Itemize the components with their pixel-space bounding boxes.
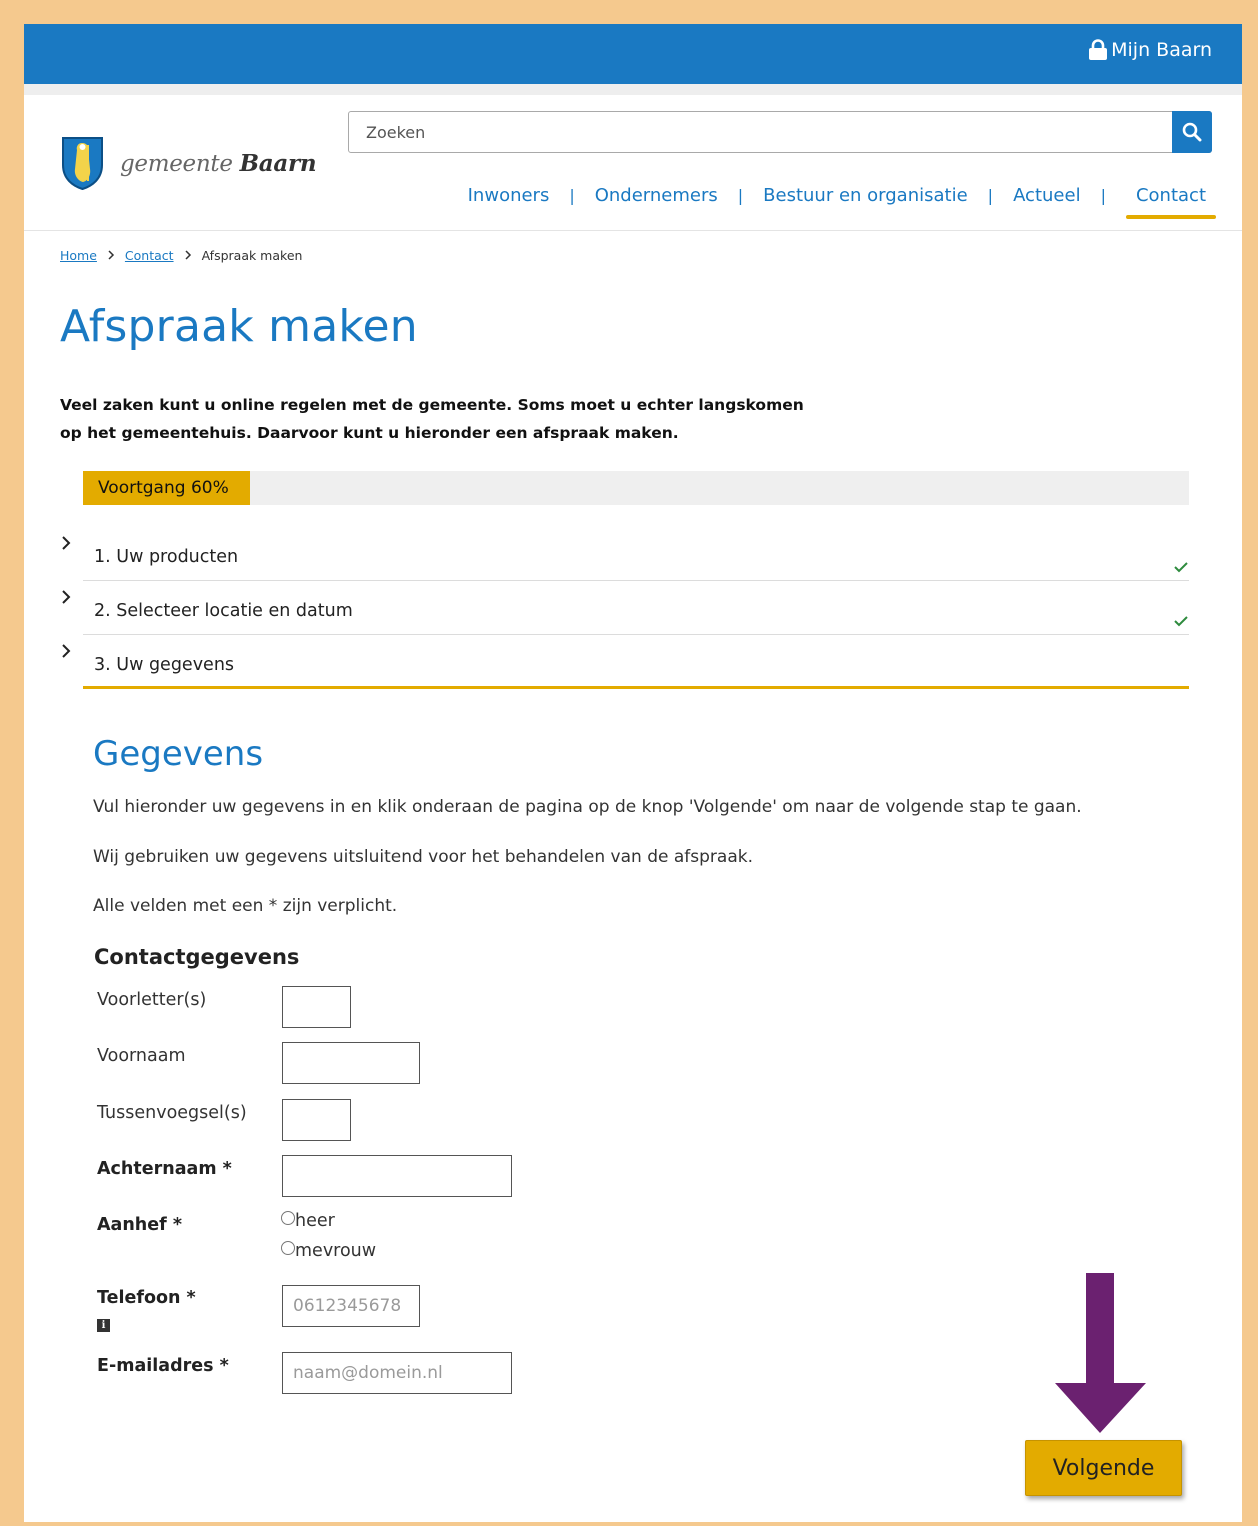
radio-circle[interactable]: [281, 1241, 295, 1255]
step-uw-producten[interactable]: 1. Uw producten: [60, 527, 1189, 581]
progress-bar: Voortgang 60%: [83, 471, 1189, 505]
header: gemeente Baarn Inwoners | Ondernemers | …: [24, 95, 1242, 231]
progress-label: Voortgang 60%: [98, 478, 229, 498]
breadcrumb-contact[interactable]: Contact: [125, 248, 174, 263]
nav-actueel[interactable]: Actueel: [1013, 185, 1081, 206]
tussenvoegsel-label: Tussenvoegsel(s): [97, 1103, 247, 1123]
telefoon-input[interactable]: [282, 1285, 420, 1327]
radio-label: mevrouw: [295, 1241, 377, 1261]
step-uw-gegevens[interactable]: 3. Uw gegevens: [60, 635, 1189, 689]
required-note: Alle velden met een * zijn verplicht.: [93, 896, 398, 916]
nav-separator: |: [569, 186, 575, 205]
privacy-note: Wij gebruiken uw gegevens uitsluitend vo…: [93, 847, 753, 867]
chevron-right-icon: [60, 535, 72, 555]
check-icon: [1173, 613, 1189, 632]
email-input[interactable]: [282, 1352, 512, 1394]
radio-label: heer: [295, 1211, 335, 1231]
chevron-right-icon: [60, 643, 72, 663]
email-label: E-mailadres *: [97, 1356, 229, 1376]
breadcrumb-home[interactable]: Home: [60, 248, 97, 263]
nav-separator: |: [987, 186, 994, 205]
mijn-baarn-label: Mijn Baarn: [1111, 39, 1212, 61]
step-label: 1. Uw producten: [94, 547, 239, 567]
search-button[interactable]: [1172, 111, 1212, 153]
breadcrumb-current: Afspraak maken: [201, 248, 303, 263]
aanhef-radio-mevrouw[interactable]: mevrouw: [281, 1241, 376, 1261]
step-selecteer-locatie-en-datum[interactable]: 2. Selecteer locatie en datum: [60, 581, 1189, 635]
search-icon: [1182, 122, 1202, 142]
page-frame: Mijn Baarn gemeente Baarn Inwoners: [24, 24, 1242, 1522]
achternaam-input[interactable]: [282, 1155, 512, 1197]
breadcrumb: Home Contact Afspraak maken: [60, 248, 302, 263]
contact-heading: Contactgegevens: [94, 945, 300, 969]
chevron-right-icon: [60, 589, 72, 609]
step-label: 3. Uw gegevens: [94, 655, 235, 675]
top-bar: Mijn Baarn: [24, 24, 1242, 84]
aanhef-radio-heer[interactable]: heer: [281, 1211, 335, 1231]
main-nav: Inwoners | Ondernemers | Bestuur en orga…: [468, 185, 1217, 219]
progress-fill: Voortgang 60%: [83, 471, 250, 505]
logo-name: Baarn: [239, 149, 317, 177]
nav-contact[interactable]: Contact: [1125, 185, 1217, 219]
tussenvoegsel-input[interactable]: [282, 1099, 351, 1141]
chevron-right-icon: [107, 248, 115, 263]
achternaam-label: Achternaam *: [97, 1159, 232, 1179]
section-instructions: Vul hieronder uw gegevens in en klik ond…: [93, 797, 1082, 817]
search-input[interactable]: [349, 112, 1173, 152]
search-box: [348, 111, 1212, 153]
voorletters-label: Voorletter(s): [97, 990, 207, 1010]
step-label: 2. Selecteer locatie en datum: [94, 601, 353, 621]
gemeente-baarn-logo[interactable]: gemeente Baarn: [60, 135, 317, 191]
lock-icon: [1089, 39, 1108, 60]
step-divider-active: [83, 686, 1189, 689]
nav-bestuur-en-organisatie[interactable]: Bestuur en organisatie: [763, 185, 968, 206]
page-title: Afspraak maken: [60, 301, 418, 352]
nav-separator: |: [1100, 186, 1106, 205]
intro-text: Veel zaken kunt u online regelen met de …: [60, 396, 804, 442]
aanhef-label: Aanhef *: [97, 1215, 182, 1235]
info-icon[interactable]: i: [97, 1319, 110, 1332]
radio-circle[interactable]: [281, 1211, 295, 1225]
chevron-right-icon: [184, 248, 192, 263]
arrow-down-icon: [1055, 1273, 1146, 1433]
voorletters-input[interactable]: [282, 986, 351, 1028]
logo-prefix: gemeente: [120, 150, 233, 177]
header-strip: [24, 84, 1242, 95]
voornaam-input[interactable]: [282, 1042, 420, 1084]
mijn-baarn-link[interactable]: Mijn Baarn: [1088, 39, 1212, 61]
nav-separator: |: [737, 186, 744, 205]
voornaam-label: Voornaam: [97, 1046, 186, 1066]
volgende-button[interactable]: Volgende: [1025, 1440, 1182, 1496]
check-icon: [1173, 559, 1189, 578]
nav-ondernemers[interactable]: Ondernemers: [595, 185, 718, 206]
coat-of-arms-icon: [62, 137, 103, 191]
section-title: Gegevens: [93, 734, 264, 774]
logo-text: gemeente Baarn: [120, 149, 317, 177]
nav-inwoners[interactable]: Inwoners: [468, 185, 550, 206]
telefoon-label: Telefoon *: [97, 1288, 196, 1308]
